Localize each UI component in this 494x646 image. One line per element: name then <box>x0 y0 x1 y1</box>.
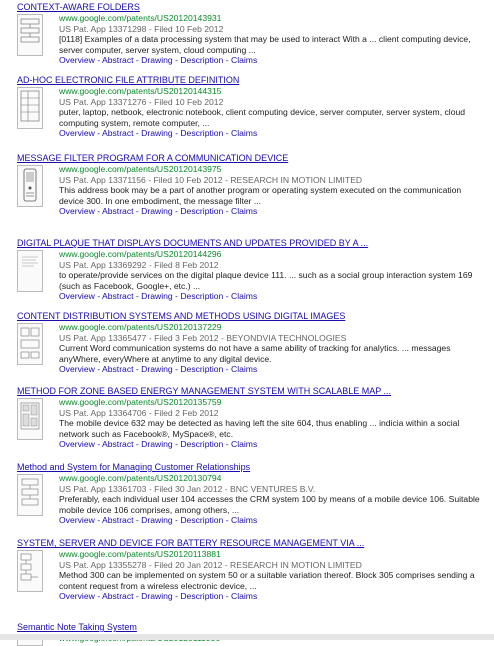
result-snippet: [0118] Examples of a data processing sys… <box>59 34 471 55</box>
abstract-link[interactable]: Abstract <box>102 439 134 449</box>
description-link[interactable]: Description <box>180 439 223 449</box>
patent-drawing-thumbnail[interactable] <box>17 14 43 56</box>
patent-drawing-thumbnail[interactable] <box>17 550 43 592</box>
patent-drawing-thumbnail[interactable] <box>17 87 43 129</box>
overview-link[interactable]: Overview <box>59 439 95 449</box>
overview-link[interactable]: Overview <box>59 291 95 301</box>
result-filing-info: US Pat. App 13371276 - Filed 10 Feb 2012 <box>59 96 224 107</box>
result-title-link[interactable]: Semantic Note Taking System <box>17 622 487 633</box>
result-filing-info: US Pat. App 13365477 - Filed 3 Feb 2012 … <box>59 332 347 343</box>
result-snippet: Method 300 can be implemented on system … <box>59 570 475 591</box>
description-link[interactable]: Description <box>180 291 223 301</box>
result-section-links: Overview - Abstract - Drawing - Descript… <box>59 291 258 302</box>
patent-drawing-thumbnail[interactable] <box>17 250 43 292</box>
result-filing-info: US Pat. App 13364706 - Filed 2 Feb 2012 <box>59 407 219 418</box>
description-link[interactable]: Description <box>180 364 223 374</box>
abstract-link[interactable]: Abstract <box>102 591 134 601</box>
result-section-links: Overview - Abstract - Drawing - Descript… <box>59 439 258 450</box>
result-snippet: to operate/provide services on the digit… <box>59 270 473 291</box>
result-snippet: puter, laptop, netbook, electronic noteb… <box>59 107 466 128</box>
patent-drawing-thumbnail[interactable] <box>17 398 43 440</box>
drawing-link[interactable]: Drawing <box>141 128 173 138</box>
result-title-link[interactable]: Method and System for Managing Customer … <box>17 462 487 473</box>
result-section-links: Overview - Abstract - Drawing - Descript… <box>59 364 258 375</box>
result-item: METHOD FOR ZONE BASED ENERGY MANAGEMENT … <box>17 386 487 450</box>
result-snippet: The mobile device 632 may be detected as… <box>59 418 460 439</box>
result-title-link[interactable]: MESSAGE FILTER PROGRAM FOR A COMMUNICATI… <box>17 153 487 164</box>
result-section-links: Overview - Abstract - Drawing - Descript… <box>59 515 258 526</box>
drawing-link[interactable]: Drawing <box>141 515 173 525</box>
result-snippet: This address book may be a part of anoth… <box>59 185 462 206</box>
result-item: DIGITAL PLAQUE THAT DISPLAYS DOCUMENTS A… <box>17 238 487 302</box>
result-url: www.google.com/patents/US20120113881 <box>59 549 221 559</box>
overview-link[interactable]: Overview <box>59 206 95 216</box>
result-url: www.google.com/patents/US20120144315 <box>59 86 222 96</box>
result-item: MESSAGE FILTER PROGRAM FOR A COMMUNICATI… <box>17 153 487 217</box>
result-snippet: Preferably, each individual user 104 acc… <box>59 494 480 515</box>
patent-drawing-thumbnail[interactable] <box>17 474 43 516</box>
result-url: www.google.com/patents/US20120137229 <box>59 322 222 332</box>
result-filing-info: US Pat. App 13369292 - Filed 8 Feb 2012 <box>59 259 219 270</box>
result-title-link[interactable]: DIGITAL PLAQUE THAT DISPLAYS DOCUMENTS A… <box>17 238 487 249</box>
description-link[interactable]: Description <box>180 206 223 216</box>
claims-link[interactable]: Claims <box>231 591 257 601</box>
overview-link[interactable]: Overview <box>59 591 95 601</box>
abstract-link[interactable]: Abstract <box>102 515 134 525</box>
overview-link[interactable]: Overview <box>59 364 95 374</box>
result-filing-info: US Pat. App 13355278 - Filed 20 Jan 2012… <box>59 559 362 570</box>
claims-link[interactable]: Claims <box>231 128 257 138</box>
drawing-link[interactable]: Drawing <box>141 591 173 601</box>
abstract-link[interactable]: Abstract <box>102 206 134 216</box>
drawing-link[interactable]: Drawing <box>141 364 173 374</box>
abstract-link[interactable]: Abstract <box>102 55 134 65</box>
patent-drawing-thumbnail[interactable] <box>17 323 43 365</box>
description-link[interactable]: Description <box>180 591 223 601</box>
claims-link[interactable]: Claims <box>231 291 257 301</box>
result-item: AD-HOC ELECTRONIC FILE ATTRIBUTE DEFINIT… <box>17 75 487 139</box>
description-link[interactable]: Description <box>180 128 223 138</box>
result-snippet: Current Word communication systems do no… <box>59 343 451 364</box>
result-section-links: Overview - Abstract - Drawing - Descript… <box>59 55 258 66</box>
result-url: www.google.com/patents/US20120135759 <box>59 397 222 407</box>
drawing-link[interactable]: Drawing <box>141 206 173 216</box>
claims-link[interactable]: Claims <box>231 55 257 65</box>
overview-link[interactable]: Overview <box>59 128 95 138</box>
result-item: SYSTEM, SERVER AND DEVICE FOR BATTERY RE… <box>17 538 487 602</box>
horizontal-scrollbar[interactable] <box>0 634 494 640</box>
abstract-link[interactable]: Abstract <box>102 364 134 374</box>
abstract-link[interactable]: Abstract <box>102 128 134 138</box>
result-filing-info: US Pat. App 13371298 - Filed 10 Feb 2012 <box>59 23 224 34</box>
result-title-link[interactable]: SYSTEM, SERVER AND DEVICE FOR BATTERY RE… <box>17 538 487 549</box>
result-item: Method and System for Managing Customer … <box>17 462 487 526</box>
drawing-link[interactable]: Drawing <box>141 55 173 65</box>
description-link[interactable]: Description <box>180 55 223 65</box>
claims-link[interactable]: Claims <box>231 364 257 374</box>
result-url: www.google.com/patents/US20120143931 <box>59 13 222 23</box>
result-title-link[interactable]: METHOD FOR ZONE BASED ENERGY MANAGEMENT … <box>17 386 487 397</box>
result-title-link[interactable]: CONTENT DISTRIBUTION SYSTEMS AND METHODS… <box>17 311 487 322</box>
claims-link[interactable]: Claims <box>231 439 257 449</box>
result-url: www.google.com/patents/US20120130794 <box>59 473 222 483</box>
drawing-link[interactable]: Drawing <box>141 291 173 301</box>
result-title-link[interactable]: AD-HOC ELECTRONIC FILE ATTRIBUTE DEFINIT… <box>17 75 487 86</box>
result-filing-info: US Pat. App 13371156 - Filed 10 Feb 2012… <box>59 174 363 185</box>
overview-link[interactable]: Overview <box>59 515 95 525</box>
drawing-link[interactable]: Drawing <box>141 439 173 449</box>
overview-link[interactable]: Overview <box>59 55 95 65</box>
result-item: CONTEXT-AWARE FOLDERS www.google.com/pat… <box>17 2 487 66</box>
claims-link[interactable]: Claims <box>231 515 257 525</box>
description-link[interactable]: Description <box>180 515 223 525</box>
result-url: www.google.com/patents/US20120144296 <box>59 249 222 259</box>
claims-link[interactable]: Claims <box>231 206 257 216</box>
result-section-links: Overview - Abstract - Drawing - Descript… <box>59 206 258 217</box>
result-item: CONTENT DISTRIBUTION SYSTEMS AND METHODS… <box>17 311 487 375</box>
result-url: www.google.com/patents/US20120143975 <box>59 164 222 174</box>
result-filing-info: US Pat. App 13361703 - Filed 30 Jan 2012… <box>59 483 316 494</box>
result-section-links: Overview - Abstract - Drawing - Descript… <box>59 128 258 139</box>
abstract-link[interactable]: Abstract <box>102 291 134 301</box>
patent-drawing-thumbnail[interactable] <box>17 165 43 207</box>
result-title-link[interactable]: CONTEXT-AWARE FOLDERS <box>17 2 487 13</box>
result-section-links: Overview - Abstract - Drawing - Descript… <box>59 591 258 602</box>
